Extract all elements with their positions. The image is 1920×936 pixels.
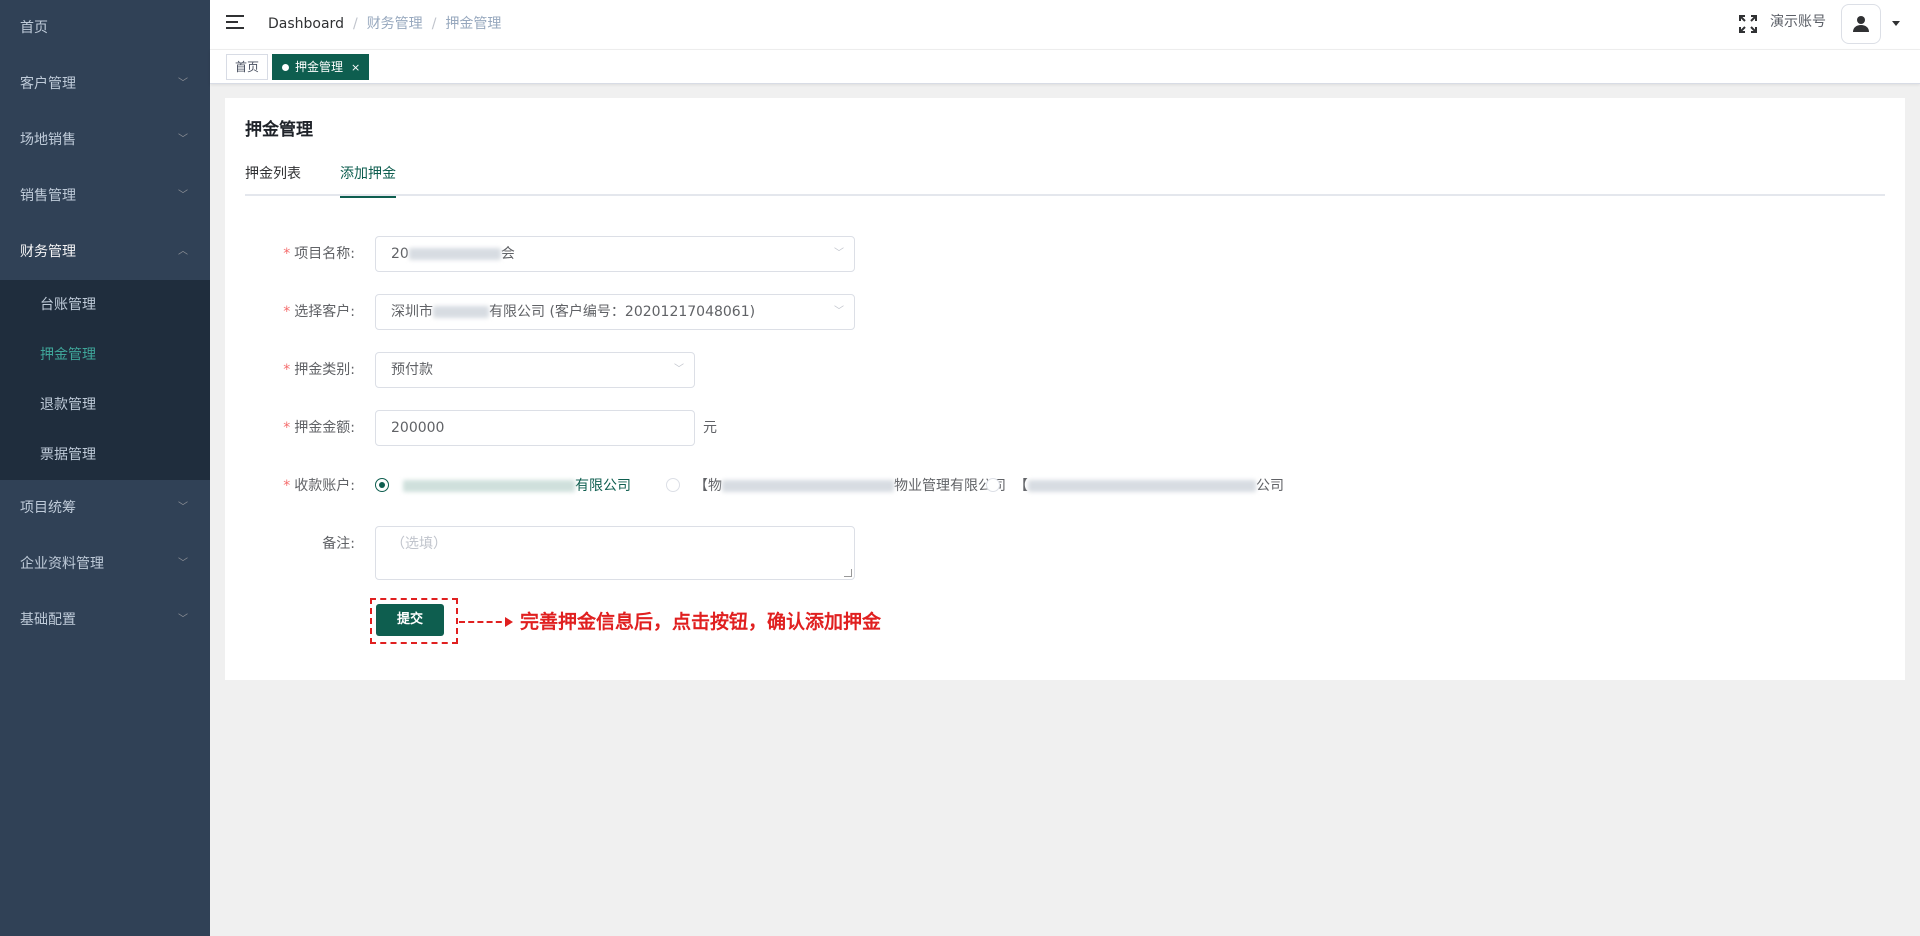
sidebar-item-label: 场地销售 (20, 132, 76, 148)
sidebar-item-label: 客户管理 (20, 76, 76, 92)
caret-down-icon[interactable] (1892, 21, 1900, 26)
customer-label: * 选择客户: (283, 304, 355, 320)
tab-deposit-list[interactable]: 押金列表 (245, 164, 301, 196)
menu-toggle-icon[interactable] (226, 15, 244, 33)
avatar[interactable] (1841, 4, 1881, 44)
remark-textarea[interactable]: （选填） (375, 526, 855, 580)
tab-add-deposit[interactable]: 添加押金 (340, 164, 396, 198)
main-card: 押金管理 押金列表 添加押金 (225, 98, 1905, 680)
remark-placeholder: （选填） (391, 536, 447, 552)
breadcrumb: Dashboard / 财务管理 / 押金管理 (268, 16, 502, 32)
amount-label: * 押金金额: (283, 420, 355, 436)
tag-home[interactable]: 首页 (226, 54, 269, 80)
tag-deposit-management[interactable]: 押金管理 × (272, 54, 370, 80)
sidebar-item-home[interactable]: 首页 (0, 0, 210, 56)
radio-dot (986, 478, 1000, 492)
fullscreen-icon[interactable] (1738, 14, 1758, 34)
account-radio-2[interactable]: 【物 物业管理有限公司 (666, 477, 1006, 495)
breadcrumb-item[interactable]: Dashboard (268, 16, 344, 32)
deposit-type-select[interactable]: 预付款 ﹀ (375, 352, 695, 388)
remark-label: 备注: (322, 536, 355, 552)
amount-input[interactable]: 200000 (375, 410, 695, 446)
sidebar-item-customers[interactable]: 客户管理 ﹀ (0, 56, 210, 112)
customer-select[interactable]: 深圳市 有限公司 (客户编号：20201217048061) ﹀ (375, 294, 855, 330)
account-radio-3[interactable]: 【公司 (986, 477, 1284, 495)
radio-dot (375, 478, 389, 492)
chevron-down-icon: ﹀ (178, 134, 188, 145)
user-icon (1853, 16, 1869, 32)
chevron-down-icon: ﹀ (178, 78, 188, 89)
sidebar-item-sales[interactable]: 销售管理 ﹀ (0, 168, 210, 224)
radio-dot (666, 478, 680, 492)
account-name[interactable]: 演示账号 (1770, 0, 1826, 45)
chevron-down-icon: ﹀ (178, 190, 188, 201)
project-select[interactable]: 20 会 ﹀ (375, 236, 855, 272)
amount-unit: 元 (703, 420, 717, 436)
tag-label: 押金管理 (295, 60, 344, 74)
close-icon[interactable]: × (351, 61, 360, 74)
annotation-text: 完善押金信息后，点击按钮，确认添加押金 (520, 611, 882, 633)
sidebar-item-config[interactable]: 基础配置 ﹀ (0, 592, 210, 648)
breadcrumb-item: 财务管理 (366, 16, 423, 32)
chevron-down-icon: ﹀ (834, 306, 844, 317)
annotation-arrow-icon (459, 617, 513, 627)
chevron-down-icon: ﹀ (834, 248, 844, 259)
account-radio-1[interactable]: 有限公司 (375, 477, 631, 495)
top-navbar: Dashboard / 财务管理 / 押金管理 演示账号 (210, 0, 1920, 50)
page-title: 押金管理 (245, 120, 313, 140)
chevron-down-icon: ﹀ (178, 614, 188, 625)
tags-view: 首页 押金管理 × (210, 50, 1920, 84)
chevron-down-icon: ﹀ (674, 364, 684, 375)
deposit-type-label: * 押金类别: (283, 362, 355, 378)
submit-button[interactable]: 提交 (376, 604, 444, 636)
sidebar-item-label: 基础配置 (20, 612, 76, 628)
tabs: 押金列表 添加押金 (245, 164, 1885, 198)
resize-handle-icon[interactable] (844, 569, 852, 577)
sidebar-item-label: 销售管理 (20, 188, 76, 204)
account-label: * 收款账户: (283, 478, 355, 494)
project-label: * 项目名称: (283, 246, 355, 262)
sidebar-item-venue-sales[interactable]: 场地销售 ﹀ (0, 112, 210, 168)
breadcrumb-item: 押金管理 (445, 16, 502, 32)
